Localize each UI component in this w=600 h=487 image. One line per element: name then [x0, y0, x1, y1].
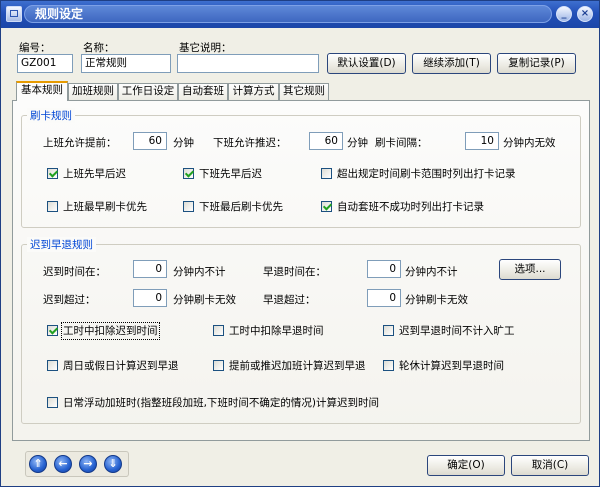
tab-other-rules[interactable]: 其它规则: [279, 83, 329, 100]
tab-basic-rules[interactable]: 基本规则: [16, 81, 68, 101]
checkbox-label: 工时中扣除早退时间: [229, 325, 324, 337]
name-input[interactable]: 正常规则: [81, 54, 171, 73]
checkbox-box: [213, 360, 224, 371]
window-title: 规则设定: [35, 7, 84, 21]
checkbox-box: [47, 325, 58, 336]
description-label: 基它说明：: [179, 42, 232, 54]
late-over-unit: 分钟刷卡无效: [173, 294, 236, 306]
copy-record-button[interactable]: 复制记录(P): [497, 53, 576, 74]
description-input[interactable]: [177, 54, 319, 73]
checkbox-label: 周日或假日计算迟到早退: [63, 360, 179, 372]
checkbox-box: [47, 397, 58, 408]
checkbox-label: 上班最早刷卡优先: [63, 201, 147, 213]
early-over-input[interactable]: 0: [367, 289, 401, 307]
minimize-icon[interactable]: _: [556, 6, 572, 22]
checkbox-box: [183, 168, 194, 179]
checkbox-box: [47, 201, 58, 212]
code-label: 编号：: [19, 42, 51, 54]
checkbox-label: 自动套班不成功时列出打卡记录: [337, 201, 484, 213]
first-icon[interactable]: ⇑: [29, 455, 47, 473]
late-within-input[interactable]: 0: [133, 260, 167, 278]
early-over-unit: 分钟刷卡无效: [405, 294, 468, 306]
early-over-label: 早退超过：: [263, 294, 316, 306]
swipe-interval-input[interactable]: 10: [465, 132, 499, 150]
tab-calc-method[interactable]: 计算方式: [228, 83, 279, 100]
checkbox-label: 超出规定时间刷卡范围时列出打卡记录: [337, 168, 516, 180]
checkbox-box: [213, 325, 224, 336]
continue-add-button[interactable]: 继续添加(T): [412, 53, 491, 74]
checkbox-label: 工时中扣除迟到时间: [61, 322, 160, 340]
swipe-interval-label: 刷卡间隔：: [375, 137, 428, 149]
late-leave-input[interactable]: 60: [309, 132, 343, 150]
tab-auto-shift[interactable]: 自动套班: [178, 83, 228, 100]
early-within-unit: 分钟内不计: [405, 266, 458, 278]
late-within-label: 迟到时间在：: [43, 266, 106, 278]
title-bar[interactable]: 规则设定 _ ×: [1, 1, 599, 28]
early-arrival-label: 上班允许提前：: [43, 137, 117, 149]
checkbox-label: 迟到早退时间不计入旷工: [399, 325, 515, 337]
late-within-unit: 分钟内不计: [173, 266, 226, 278]
checkbox-label: 日常浮动加班时(指整班段加班,下班时间不确定的情况)计算迟到时间: [63, 397, 380, 409]
checkbox-label: 提前或推迟加班计算迟到早退: [229, 360, 366, 372]
basic-rules-panel: 刷卡规则 上班允许提前： 60 分钟 下班允许推迟： 60 分钟 刷卡间隔： 1…: [12, 100, 590, 441]
checkbox-label: 上班先早后迟: [63, 168, 126, 180]
swipe-rules-title: 刷卡规则: [27, 108, 75, 123]
last-icon[interactable]: ⇓: [104, 455, 122, 473]
cancel-button[interactable]: 取消(C): [511, 455, 589, 476]
checkbox-box: [383, 325, 394, 336]
close-icon[interactable]: ×: [577, 6, 593, 22]
early-arrival-input[interactable]: 60: [133, 132, 167, 150]
checkbox-label: 轮休计算迟到早退时间: [399, 360, 504, 372]
tab-overtime-rules[interactable]: 加班规则: [68, 83, 118, 100]
checkbox-label: 下班最后刷卡优先: [199, 201, 283, 213]
code-input[interactable]: GZ001: [17, 54, 73, 73]
early-within-label: 早退时间在：: [263, 266, 326, 278]
late-early-rules-title: 迟到早退规则: [27, 237, 96, 252]
checkbox-box: [383, 360, 394, 371]
checkbox-box: [47, 360, 58, 371]
swipe-interval-unit: 分钟内无效: [503, 137, 556, 149]
checkbox-box: [321, 201, 332, 212]
late-over-label: 迟到超过：: [43, 294, 96, 306]
checkbox-box: [183, 201, 194, 212]
ok-button[interactable]: 确定(O): [427, 455, 505, 476]
title-pill: [24, 5, 552, 23]
next-icon[interactable]: →: [79, 455, 97, 473]
late-leave-label: 下班允许推迟：: [213, 137, 287, 149]
checkbox-box: [321, 168, 332, 179]
early-arrival-unit: 分钟: [173, 137, 194, 149]
rule-settings-window: 规则设定 _ × 编号： GZ001 名称： 正常规则 基它说明： 默认设置(D…: [0, 0, 600, 487]
options-button[interactable]: 选项...: [499, 259, 561, 280]
late-over-input[interactable]: 0: [133, 289, 167, 307]
checkbox-label: 下班先早后迟: [199, 168, 262, 180]
name-label: 名称：: [83, 42, 115, 54]
checkbox-box: [47, 168, 58, 179]
tab-workday-settings[interactable]: 工作日设定: [118, 83, 178, 100]
default-settings-button[interactable]: 默认设置(D): [327, 53, 406, 74]
late-leave-unit: 分钟: [347, 137, 368, 149]
app-icon: [6, 6, 22, 22]
prev-icon[interactable]: ←: [54, 455, 72, 473]
early-within-input[interactable]: 0: [367, 260, 401, 278]
